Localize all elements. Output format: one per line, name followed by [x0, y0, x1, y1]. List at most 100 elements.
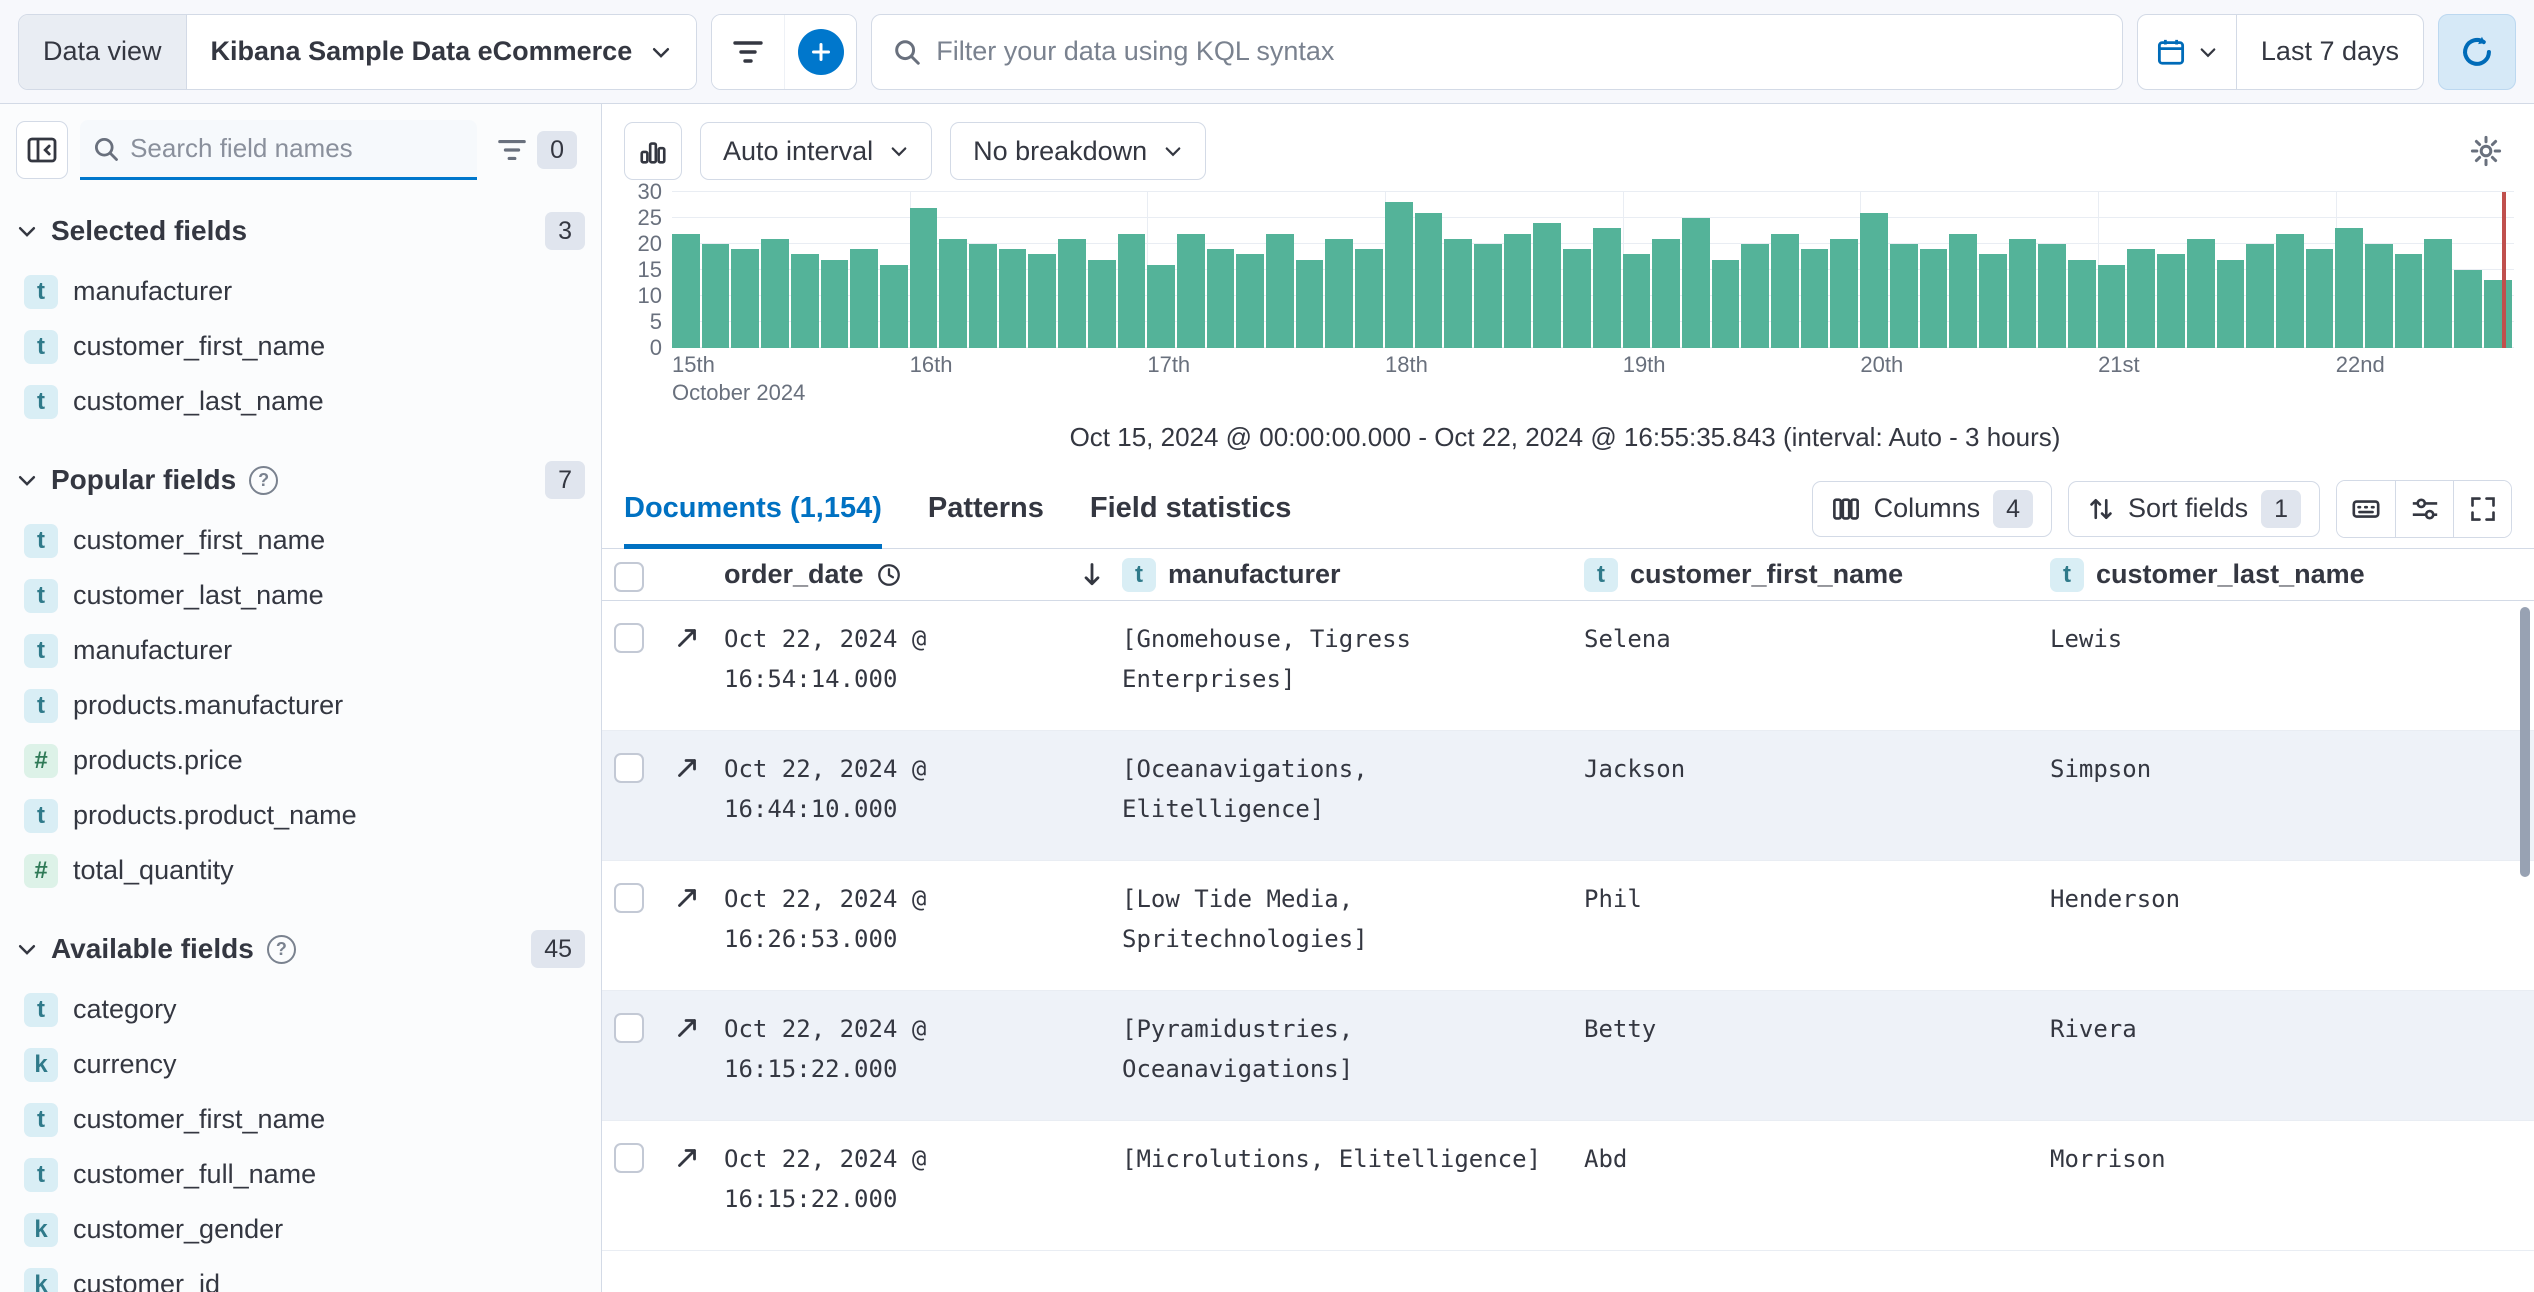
column-header-customer-last-name[interactable]: t customer_last_name [2050, 557, 2534, 592]
columns-button[interactable]: Columns 4 [1811, 480, 2053, 537]
field-item[interactable]: t customer_first_name [16, 1092, 585, 1147]
field-item[interactable]: # total_quantity [16, 843, 585, 898]
field-type-token: t [24, 1102, 58, 1137]
field-name: manufacturer [73, 635, 233, 665]
expand-row-icon[interactable] [672, 883, 702, 913]
tab-field-statistics[interactable]: Field statistics [1090, 469, 1291, 549]
field-item[interactable]: k customer_id [16, 1257, 585, 1292]
field-item[interactable]: t customer_full_name [16, 1147, 585, 1202]
cell-order-date: Oct 22, 2024 @ 16:54:14.000 [724, 625, 927, 693]
data-view-value: Kibana Sample Data eCommerce [210, 36, 633, 66]
column-header-order-date[interactable]: order_date [724, 559, 1122, 590]
field-item[interactable]: t customer_last_name [16, 374, 585, 429]
tab-patterns[interactable]: Patterns [928, 469, 1044, 549]
column-header-manufacturer[interactable]: t manufacturer [1122, 557, 1584, 592]
cell-customer-first-name: Phil [1584, 885, 1642, 913]
breakdown-select[interactable]: No breakdown [950, 122, 1207, 180]
chevron-down-icon [18, 476, 36, 486]
field-item[interactable]: t manufacturer [16, 264, 585, 319]
field-search-input[interactable] [130, 133, 466, 164]
cell-customer-first-name: Selena [1584, 625, 1671, 653]
expand-row-icon[interactable] [672, 753, 702, 783]
table-row[interactable]: Oct 22, 2024 @ 16:15:22.000 [Pyramidustr… [602, 991, 2534, 1121]
data-view-picker: Data view Kibana Sample Data eCommerce [18, 13, 698, 90]
keyboard-icon [2352, 499, 2380, 518]
fullscreen-button[interactable] [2453, 480, 2511, 537]
cell-order-date: Oct 22, 2024 @ 16:15:22.000 [724, 1015, 927, 1083]
column-label: manufacturer [1168, 559, 1341, 589]
field-item[interactable]: t customer_last_name [16, 568, 585, 623]
filter-icon [733, 40, 763, 63]
sort-fields-button[interactable]: Sort fields 1 [2068, 480, 2320, 537]
field-item[interactable]: t products.product_name [16, 788, 585, 843]
row-checkbox[interactable] [614, 623, 644, 653]
keyboard-shortcuts-button[interactable] [2337, 480, 2395, 537]
auto-interval-select[interactable]: Auto interval [700, 122, 933, 180]
columns-icon [1832, 497, 1859, 520]
time-range-button[interactable]: Last 7 days [2237, 15, 2423, 89]
field-item[interactable]: t customer_first_name [16, 319, 585, 374]
table-row[interactable]: Oct 22, 2024 @ 16:54:14.000 [Gnomehouse,… [602, 601, 2534, 731]
saved-filters-button[interactable] [712, 14, 785, 89]
field-search-box[interactable] [80, 120, 478, 180]
cell-customer-first-name: Jackson [1584, 755, 1686, 783]
sort-fields-label: Sort fields [2128, 493, 2249, 523]
available-fields-accordion[interactable]: Available fields ? 45 [16, 930, 585, 968]
field-item[interactable]: k currency [16, 1037, 585, 1092]
table-row[interactable]: Oct 22, 2024 @ 16:26:53.000 [Low Tide Me… [602, 861, 2534, 991]
select-all-checkbox[interactable] [614, 561, 644, 592]
field-filter-button[interactable]: 0 [489, 131, 585, 169]
discover-main: Auto interval No breakdown 0 5 10 15 20 25 30 … [602, 104, 2534, 1292]
table-row[interactable]: Oct 22, 2024 @ 16:44:10.000 [Oceanavigat… [602, 731, 2534, 861]
expand-row-icon[interactable] [672, 1013, 702, 1043]
popular-fields-accordion[interactable]: Popular fields ? 7 [16, 461, 585, 499]
histogram-plot[interactable] [672, 191, 2514, 348]
documents-table: order_date t manufacturer t customer_fir… [602, 549, 2534, 1292]
chevron-down-icon [2200, 47, 2216, 57]
edit-visualization-button[interactable] [624, 122, 682, 180]
field-type-token: t [24, 798, 58, 833]
kql-search-bar[interactable] [871, 13, 2123, 90]
add-filter-button[interactable] [784, 14, 857, 89]
refresh-query-button[interactable] [2438, 13, 2516, 90]
field-name: customer_full_name [73, 1159, 317, 1189]
field-type-token: k [24, 1267, 58, 1292]
column-header-customer-first-name[interactable]: t customer_first_name [1584, 557, 2050, 592]
row-checkbox[interactable] [614, 883, 644, 913]
display-options-button[interactable] [2395, 480, 2453, 537]
expand-row-icon[interactable] [672, 1143, 702, 1173]
help-icon[interactable]: ? [249, 465, 279, 495]
kql-query-input[interactable] [936, 36, 2102, 67]
field-item[interactable]: k customer_gender [16, 1202, 585, 1257]
column-label: order_date [724, 559, 864, 589]
vertical-scrollbar-thumb[interactable] [2520, 607, 2530, 877]
columns-count-badge: 4 [1993, 489, 2034, 528]
table-row[interactable]: Oct 22, 2024 @ 16:15:22.000 [Microlution… [602, 1121, 2534, 1251]
cell-manufacturer: [Pyramidustries, Oceanavigations] [1122, 1015, 1354, 1083]
row-checkbox[interactable] [614, 753, 644, 783]
expand-row-icon[interactable] [672, 623, 702, 653]
chart-options-button[interactable] [2460, 125, 2512, 177]
tab-documents[interactable]: Documents (1,154) [624, 469, 882, 549]
field-item[interactable]: # products.price [16, 733, 585, 788]
field-name: category [73, 994, 177, 1024]
field-item[interactable]: t category [16, 982, 585, 1037]
row-checkbox[interactable] [614, 1143, 644, 1173]
gear-icon [2470, 135, 2502, 167]
data-view-selector-button[interactable]: Kibana Sample Data eCommerce [186, 14, 697, 89]
field-item[interactable]: t customer_first_name [16, 513, 585, 568]
field-item[interactable]: t manufacturer [16, 623, 585, 678]
field-item[interactable]: t products.manufacturer [16, 678, 585, 733]
date-picker: Last 7 days [2136, 13, 2424, 90]
help-icon[interactable]: ? [266, 934, 296, 964]
sort-desc-icon[interactable] [1078, 561, 1106, 589]
table-header-row: order_date t manufacturer t customer_fir… [602, 549, 2534, 601]
collapse-sidebar-button[interactable] [16, 121, 69, 179]
selected-fields-accordion[interactable]: Selected fields 3 [16, 212, 585, 250]
cell-manufacturer: [Microlutions, Elitelligence] [1122, 1145, 1542, 1173]
field-name: customer_id [73, 1269, 221, 1292]
search-icon [95, 137, 118, 161]
row-checkbox[interactable] [614, 1013, 644, 1043]
quick-select-button[interactable] [2138, 14, 2237, 89]
section-count-badge: 3 [545, 212, 585, 250]
